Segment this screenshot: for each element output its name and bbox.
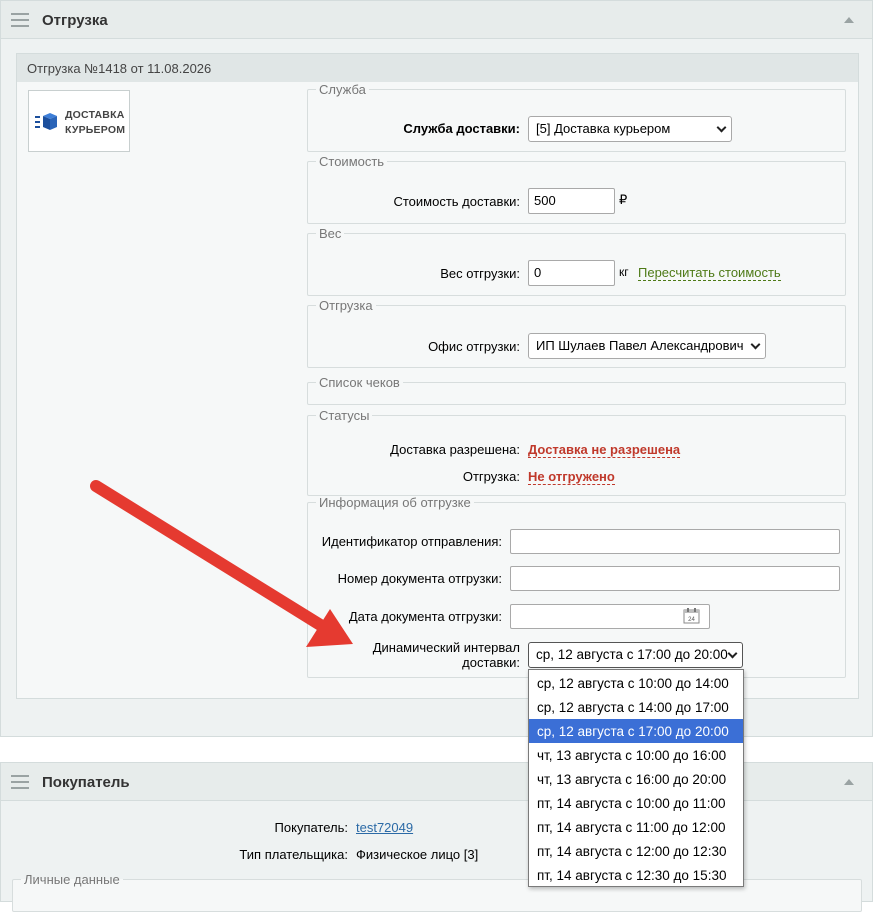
shipment-card-header: Отгрузка №1418 от 11.08.2026 — [17, 54, 858, 82]
delivery-service-select[interactable]: [5] Доставка курьером — [528, 116, 732, 142]
doc-number-label: Номер документа отгрузки: — [337, 571, 502, 586]
delivery-interval-dropdown[interactable]: ср, 12 августа с 10:00 до 14:00 ср, 12 ав… — [528, 669, 744, 887]
shipment-office-legend: Отгрузка — [319, 298, 373, 313]
weight-label: Вес отгрузки: — [440, 266, 520, 281]
tracking-id-label: Идентификатор отправления: — [321, 534, 502, 549]
collapse-icon[interactable] — [844, 17, 854, 23]
personal-data-legend: Личные данные — [24, 872, 120, 887]
delivery-service-label: Служба доставки: — [403, 121, 520, 136]
delivery-service-logo: ДОСТАВКА КУРЬЕРОМ — [28, 90, 130, 152]
interval-option[interactable]: пт, 14 августа с 11:00 до 12:00 — [529, 815, 743, 839]
shipment-office-select[interactable]: ИП Шулаев Павел Александрович — [528, 333, 766, 359]
shipped-label: Отгрузка: — [462, 469, 520, 484]
shipment-number-title: Отгрузка №1418 от 11.08.2026 — [27, 61, 212, 76]
chevron-down-icon — [727, 648, 738, 659]
weight-unit: кг — [619, 265, 629, 279]
delivery-allowed-label: Доставка разрешена: — [390, 442, 520, 457]
delivery-interval-select[interactable]: ср, 12 августа с 17:00 до 20:00 — [528, 642, 743, 668]
buyer-panel-title: Покупатель — [42, 774, 130, 791]
shipped-status[interactable]: Не отгружено — [528, 469, 615, 485]
statuses-legend: Статусы — [319, 408, 370, 423]
payer-type-value: Физическое лицо [3] — [356, 847, 479, 862]
interval-option[interactable]: пт, 14 августа с 10:00 до 11:00 — [529, 791, 743, 815]
weight-legend: Вес — [319, 226, 342, 241]
doc-number-input[interactable] — [510, 566, 840, 591]
cost-legend: Стоимость — [319, 154, 385, 169]
interval-option[interactable]: пт, 14 августа с 12:30 до 15:30 — [529, 863, 743, 887]
collapse-icon[interactable] — [844, 779, 854, 785]
weight-input[interactable]: 0 — [528, 260, 615, 286]
shipment-office-label: Офис отгрузки: — [428, 339, 520, 354]
calendar-icon[interactable]: 24 — [683, 608, 700, 624]
drag-handle-icon[interactable] — [11, 775, 29, 789]
delivery-cost-label: Стоимость доставки: — [393, 194, 520, 209]
chevron-down-icon — [750, 339, 761, 350]
drag-handle-icon[interactable] — [11, 13, 29, 27]
delivery-allowed-status[interactable]: Доставка не разрешена — [528, 442, 681, 458]
chevron-down-icon — [716, 122, 727, 133]
interval-option[interactable]: ср, 12 августа с 10:00 до 14:00 — [529, 671, 743, 695]
svg-text:24: 24 — [688, 617, 695, 623]
delivery-cost-input[interactable]: 500 — [528, 188, 615, 214]
interval-option[interactable]: ср, 12 августа с 14:00 до 17:00 — [529, 695, 743, 719]
receipts-legend: Список чеков — [319, 375, 400, 390]
logo-text: ДОСТАВКА КУРЬЕРОМ — [65, 109, 126, 136]
interval-option[interactable]: пт, 14 августа с 12:00 до 12:30 — [529, 839, 743, 863]
interval-option[interactable]: чт, 13 августа с 16:00 до 20:00 — [529, 767, 743, 791]
interval-option[interactable]: чт, 13 августа с 10:00 до 16:00 — [529, 743, 743, 767]
buyer-label: Покупатель: — [274, 820, 348, 835]
buyer-link[interactable]: test72049 — [356, 820, 413, 835]
receipts-group[interactable]: Список чеков — [307, 375, 846, 405]
currency-symbol: ₽ — [619, 192, 628, 207]
delivery-interval-label: Динамический интервал доставки: — [372, 640, 520, 670]
service-legend: Служба — [319, 82, 366, 97]
payer-type-label: Тип плательщика: — [239, 847, 348, 862]
shipment-info-legend: Информация об отгрузке — [319, 495, 471, 510]
interval-option[interactable]: ср, 12 августа с 17:00 до 20:00 — [529, 719, 743, 743]
doc-date-label: Дата документа отгрузки: — [348, 609, 502, 624]
tracking-id-input[interactable] — [510, 529, 840, 554]
box-icon — [35, 113, 57, 130]
recalculate-cost-link[interactable]: Пересчитать стоимость — [638, 265, 781, 281]
shipment-panel-header[interactable]: Отгрузка — [1, 1, 872, 39]
doc-date-input[interactable] — [510, 604, 710, 629]
shipment-panel-title: Отгрузка — [42, 12, 108, 29]
